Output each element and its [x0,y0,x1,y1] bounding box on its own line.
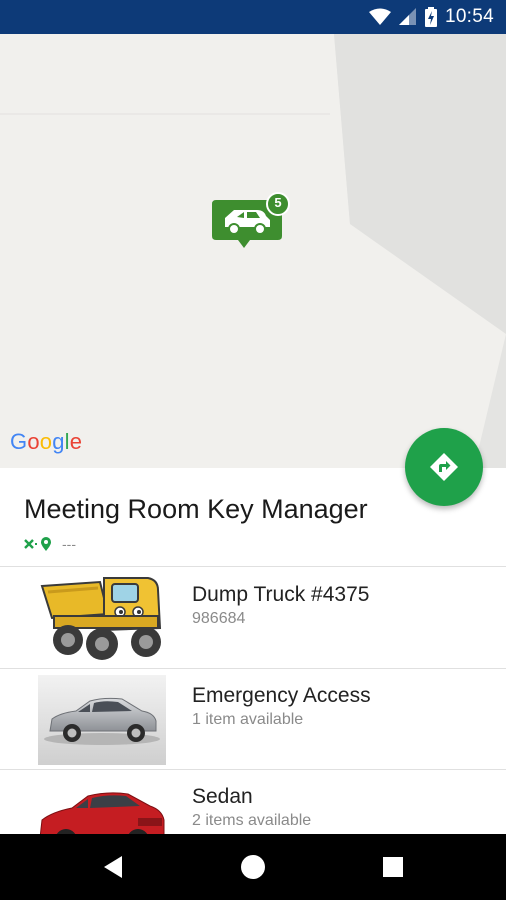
navigation-bar [0,834,506,900]
back-button[interactable] [98,852,128,882]
item-title: Emergency Access [192,684,371,707]
list-item[interactable]: Dump Truck #4375 986684 [0,568,506,668]
distance-text: --- [62,536,76,552]
dump-truck-image [38,574,166,664]
wifi-icon [368,8,391,25]
recents-icon [383,857,403,877]
home-button[interactable] [238,852,268,882]
item-subtitle: 986684 [192,610,246,627]
directions-button[interactable] [405,428,483,506]
status-bar: 10:54 [0,0,506,34]
item-title: Dump Truck #4375 [192,583,370,606]
item-subtitle: 2 items available [192,812,312,829]
back-icon [104,856,122,878]
distance-icon [24,537,51,551]
marker-badge-count: 5 [274,195,282,210]
place-title: Meeting Room Key Manager [24,494,368,524]
list-item[interactable]: Emergency Access 1 item available [0,669,506,769]
directions-icon [430,453,458,481]
map-view[interactable]: 5 Google [0,34,506,468]
place-sheet: Meeting Room Key Manager --- Dump Truck … [0,468,506,866]
item-subtitle: 1 item available [192,711,304,728]
status-icons: 10:54 [368,0,494,34]
item-title: Sedan [192,785,253,808]
battery-charging-icon [424,7,437,27]
signal-icon [398,8,416,25]
google-logo: Google [10,429,83,454]
status-time: 10:54 [444,6,494,27]
silver-car-image [38,675,166,765]
home-icon [241,855,265,879]
divider [0,566,506,567]
place-meta: --- [24,536,76,552]
recents-button[interactable] [378,852,408,882]
